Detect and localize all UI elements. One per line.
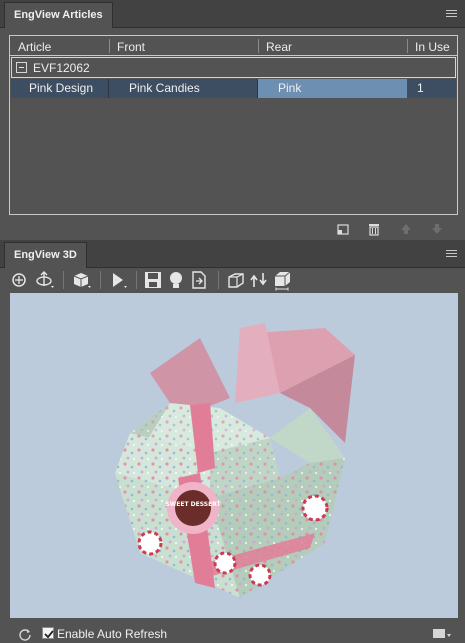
rotate-icon[interactable] (34, 269, 54, 291)
articles-grid: Article Front Rear In Use EVF12062 Pink … (9, 35, 458, 215)
dimension-box-icon[interactable] (272, 269, 292, 291)
viewer-panel-header: EngView 3D (0, 240, 465, 268)
cell-rear[interactable]: Pink (258, 79, 407, 98)
articles-panel-menu-icon[interactable] (446, 10, 457, 18)
fold-icon[interactable] (226, 269, 246, 291)
column-header-rear[interactable]: Rear (266, 40, 292, 54)
save-image-icon[interactable] (143, 269, 163, 291)
cell-article[interactable]: Pink Design (11, 79, 109, 98)
cell-in-use[interactable]: 1 (408, 79, 456, 98)
gift-box-3d-model: SWEET DESSERT (115, 323, 355, 598)
zoom-icon[interactable] (10, 269, 30, 291)
cell-front[interactable]: Pink Candies (109, 79, 258, 98)
move-up-icon[interactable] (399, 222, 413, 236)
badge-text-line-1: SWEET DESSERT (165, 501, 221, 508)
group-row[interactable]: EVF12062 (11, 57, 456, 78)
viewer-panel-tab[interactable]: EngView 3D (4, 242, 87, 268)
column-header-front[interactable]: Front (117, 40, 145, 54)
minus-box-icon[interactable] (16, 62, 27, 73)
light-icon[interactable] (166, 269, 186, 291)
delete-icon[interactable] (367, 222, 381, 236)
enable-auto-refresh-checkbox[interactable] (42, 627, 54, 639)
grid-header: Article Front Rear In Use (10, 36, 457, 56)
3d-viewport[interactable]: SWEET DESSERT (10, 293, 458, 618)
table-row[interactable]: Pink Design Pink Candies Pink 1 (11, 79, 456, 98)
articles-panel-header: EngView Articles (0, 0, 465, 28)
viewer-panel-menu-icon[interactable] (446, 250, 457, 258)
flip-icon[interactable] (249, 269, 269, 291)
display-mode-icon[interactable] (433, 628, 451, 639)
column-header-in-use[interactable]: In Use (415, 40, 450, 54)
articles-panel-tab[interactable]: EngView Articles (4, 2, 113, 28)
enable-auto-refresh-label[interactable]: Enable Auto Refresh (57, 627, 167, 641)
column-header-article[interactable]: Article (18, 40, 51, 54)
move-down-icon[interactable] (430, 222, 444, 236)
play-icon[interactable] (108, 269, 128, 291)
refresh-icon[interactable] (18, 627, 32, 641)
group-label: EVF12062 (33, 61, 90, 75)
export-icon[interactable] (189, 269, 209, 291)
new-article-icon[interactable] (336, 222, 350, 236)
view-cube-icon[interactable] (71, 269, 91, 291)
